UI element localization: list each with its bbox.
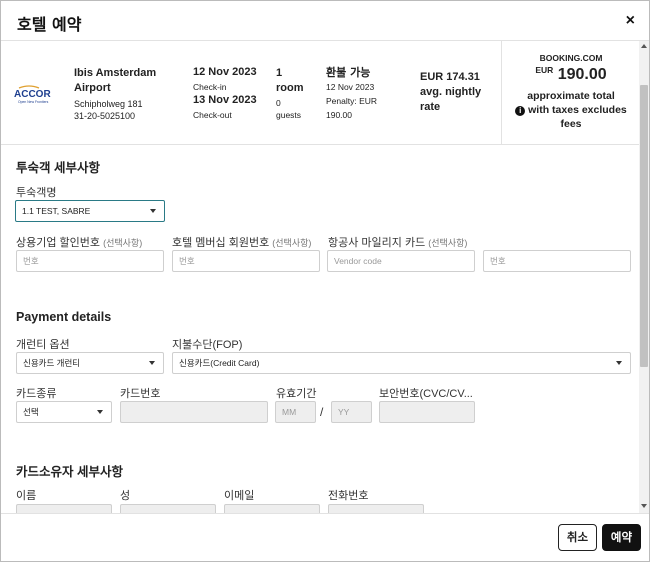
close-icon[interactable]: ×	[626, 11, 635, 31]
dialog-title: 호텔 예약	[17, 15, 82, 34]
cardholder-section-title: 카드소유자 세부사항	[16, 465, 123, 479]
chevron-down-icon	[149, 361, 155, 365]
guest-section-title: 투숙객 세부사항	[16, 161, 100, 175]
payment-section-title: Payment details	[16, 310, 112, 324]
hotel-member-input[interactable]: 번호	[172, 250, 320, 272]
card-type-label: 카드종류	[16, 388, 57, 400]
chevron-down-icon	[97, 410, 103, 414]
first-name-input[interactable]	[16, 504, 112, 513]
fop-label: 지불수단(FOP)	[172, 339, 243, 351]
email-input[interactable]	[224, 504, 320, 513]
total-amount: 190.00	[557, 66, 607, 83]
chevron-down-icon	[150, 209, 156, 213]
scrollbar[interactable]	[639, 41, 649, 513]
hotel-address-street: Schipholweg 181	[74, 99, 143, 109]
approximate-total-label: approximate total	[527, 90, 615, 102]
expiry-year-input[interactable]: YY	[331, 401, 372, 423]
chevron-down-icon	[616, 361, 622, 365]
corp-discount-label-text: 상용기업 할인번호	[16, 237, 101, 249]
hotel-summary: ACCOR Open New Frontiers Ibis Amsterdam …	[1, 41, 639, 145]
svg-text:Open New Frontiers: Open New Frontiers	[18, 100, 49, 104]
optional-tag: (선택사항)	[428, 238, 468, 248]
checkout-date: 13 Nov 2023	[193, 94, 257, 106]
total-note: approximate total i with taxes excludes …	[512, 89, 630, 131]
hotel-member-label-text: 호텔 멤버십 회원번호	[172, 237, 270, 249]
scrollbar-thumb[interactable]	[640, 85, 648, 367]
checkin-label: Check-in	[193, 82, 227, 92]
nightly-rate: EUR 174.31 avg. nightly rate	[420, 71, 482, 113]
optional-tag: (선택사항)	[272, 238, 312, 248]
cancel-button[interactable]: 취소	[558, 524, 597, 551]
airline-mileage-number-input[interactable]: 번호	[483, 250, 631, 272]
refund-penalty: Penalty: EUR 190.00	[326, 96, 378, 120]
guests-label: guests	[276, 110, 302, 120]
card-type-select[interactable]: 선택	[16, 401, 112, 423]
cvc-label: 보안번호(CVC/CV...	[379, 388, 473, 400]
airline-vendor-code-input[interactable]: Vendor code	[327, 250, 475, 272]
guest-name-label: 투숙객명	[16, 187, 57, 199]
last-name-label: 성	[120, 490, 131, 502]
expiry-month-input[interactable]: MM	[275, 401, 316, 423]
optional-tag: (선택사항)	[103, 238, 143, 248]
phone-label: 전화번호	[328, 490, 369, 502]
expiry-separator: /	[320, 405, 324, 419]
guests-count: 0	[276, 98, 281, 108]
tax-note: i with taxes excludes fees	[512, 103, 630, 131]
email-label: 이메일	[224, 490, 255, 502]
rooms-label: room	[276, 82, 304, 94]
hotel-booking-dialog: 호텔 예약 × ACCOR Open New Frontiers Ibis Am…	[0, 0, 650, 562]
expiry-label: 유효기간	[276, 388, 317, 400]
cvc-input[interactable]	[379, 401, 475, 423]
phone-input[interactable]	[328, 504, 424, 513]
checkin-date: 12 Nov 2023	[193, 66, 257, 78]
last-name-input[interactable]	[120, 504, 216, 513]
guarantee-select[interactable]: 신용카드 개런티	[16, 352, 164, 374]
first-name-label: 이름	[16, 490, 37, 502]
hotel-name: Ibis Amsterdam Airport	[74, 67, 157, 94]
svg-text:ACCOR: ACCOR	[14, 89, 51, 100]
total-currency: EUR	[535, 65, 554, 75]
accor-logo: ACCOR Open New Frontiers	[14, 85, 51, 104]
scroll-up-arrow-icon[interactable]	[641, 44, 647, 48]
dialog-header: 호텔 예약 ×	[1, 1, 649, 41]
guest-name-select[interactable]: 1.1 TEST, SABRE	[15, 200, 165, 222]
booking-source: BOOKING.COM	[539, 53, 603, 63]
card-number-input[interactable]	[120, 401, 268, 423]
corp-discount-label: 상용기업 할인번호 (선택사항)	[16, 234, 142, 250]
info-icon: i	[515, 106, 526, 116]
airline-mileage-label: 항공사 마일리지 카드 (선택사항)	[328, 234, 467, 250]
refund-status: 환불 가능	[326, 66, 371, 79]
fop-value: 신용카드(Credit Card)	[179, 358, 260, 368]
checkout-label: Check-out	[193, 110, 232, 120]
dialog-footer: 취소 예약	[1, 513, 649, 561]
tax-note-text: with taxes excludes fees	[528, 104, 627, 130]
guests-info: 0 guests	[276, 97, 301, 121]
corp-discount-input[interactable]: 번호	[16, 250, 164, 272]
fop-select[interactable]: 신용카드(Credit Card)	[172, 352, 631, 374]
total-price: EUR 190.00	[502, 65, 640, 84]
rooms-info: 1 room	[276, 66, 316, 96]
hotel-member-label: 호텔 멤버십 회원번호 (선택사항)	[172, 234, 311, 250]
guarantee-value: 신용카드 개런티	[23, 358, 81, 368]
guarantee-label: 개런티 옵션	[16, 339, 70, 351]
hotel-phone: 31-20-5025100	[74, 111, 136, 121]
refund-deadline: 12 Nov 2023	[326, 82, 375, 92]
card-type-value: 선택	[23, 407, 39, 417]
total-price-box: BOOKING.COM EUR 190.00 approximate total…	[501, 41, 639, 145]
rooms-count: 1	[276, 67, 283, 79]
airline-mileage-label-text: 항공사 마일리지 카드	[328, 237, 426, 249]
reserve-button[interactable]: 예약	[602, 524, 641, 551]
card-number-label: 카드번호	[120, 388, 161, 400]
hotel-address: Schipholweg 181 31-20-5025100	[74, 98, 143, 122]
refund-detail: 12 Nov 2023 Penalty: EUR 190.00	[326, 80, 396, 122]
scroll-down-arrow-icon[interactable]	[641, 504, 647, 508]
guest-name-value: 1.1 TEST, SABRE	[22, 206, 91, 216]
